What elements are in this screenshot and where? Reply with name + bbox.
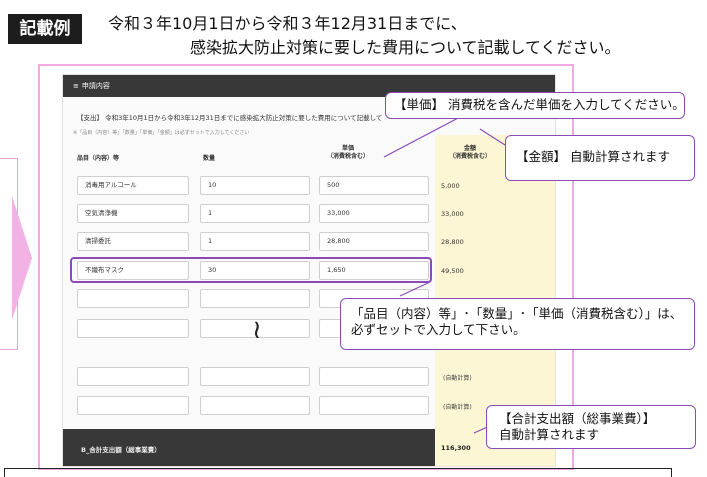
auto-calc-label: (自動計算) xyxy=(443,375,472,382)
right-arrow-icon xyxy=(12,196,32,320)
item-input[interactable] xyxy=(77,289,189,308)
column-header-qty: 数量 xyxy=(203,155,216,162)
item-input[interactable] xyxy=(77,367,189,386)
qty-input[interactable]: 1 xyxy=(200,232,310,251)
amount-value: 28,800 xyxy=(441,238,464,246)
item-input[interactable]: 空気清浄機 xyxy=(77,204,189,223)
column-header-item: 品目（内容）等 xyxy=(77,155,120,162)
wave-omission-icon: ≀ xyxy=(252,315,262,345)
heading-line-2: 感染拡大防止対策に要した費用について記載してください。 xyxy=(190,38,621,57)
example-badge: 記載例 xyxy=(8,14,82,44)
qty-input[interactable] xyxy=(200,289,310,308)
total-value: 116,300 xyxy=(441,444,471,452)
item-input[interactable] xyxy=(77,319,189,338)
unit-price-input[interactable]: 33,000 xyxy=(319,204,429,223)
qty-input[interactable] xyxy=(200,396,310,415)
qty-input[interactable]: 1 xyxy=(200,204,310,223)
qty-input[interactable]: 10 xyxy=(200,176,310,195)
bottom-outline-box xyxy=(4,468,672,477)
list-icon: ≡ xyxy=(73,82,79,90)
total-callout-line-2: 自動計算されます xyxy=(499,427,600,442)
unit-price-input[interactable] xyxy=(319,396,429,415)
required-set-note: ※「品目（内容）等」「数量」「単価」「金額」は必ずセットで入力してください xyxy=(73,130,250,136)
item-input[interactable] xyxy=(77,396,189,415)
required-set-callout-line-2: 必ずセットで入力して下さい。 xyxy=(351,322,526,337)
heading-line-1: 令和３年10月1日から令和３年12月31日までに、 xyxy=(108,14,467,33)
total-callout-line-1: 【合計支出額（総事業費）】 xyxy=(499,411,656,426)
total-row: B_合計支出額（総事業費） 116,300 xyxy=(63,429,555,466)
column-header-amount: 金額 （消費税含む） xyxy=(448,145,491,160)
unit-price-input[interactable] xyxy=(319,367,429,386)
expense-note: 【支出】 令和3年10月1日から令和3年12月31日までに感染拡大防止対策に要し… xyxy=(77,114,383,122)
item-input[interactable]: 清掃委託 xyxy=(77,232,189,251)
unit-price-input[interactable]: 28,800 xyxy=(319,232,429,251)
amount-callout: 【金額】 自動計算されます xyxy=(505,135,695,181)
qty-input[interactable] xyxy=(200,367,310,386)
amount-value: 5,000 xyxy=(441,182,460,190)
panel-title: 申請内容 xyxy=(81,82,110,90)
amount-value: 49,500 xyxy=(441,267,464,275)
total-label: B_合計支出額（総事業費） xyxy=(81,446,161,454)
required-set-callout-line-1: 「品目（内容）等」･「数量」･「単価（消費税含む）」は、 xyxy=(351,306,683,321)
column-header-unit-price: 単価 （消費税含む） xyxy=(326,145,369,160)
auto-calc-label: (自動計算) xyxy=(443,404,472,411)
amount-value: 33,000 xyxy=(441,210,464,218)
total-callout: 【合計支出額（総事業費）】 自動計算されます xyxy=(486,405,696,449)
item-input[interactable]: 消毒用アルコール xyxy=(77,176,189,195)
unit-price-input[interactable]: 500 xyxy=(319,176,429,195)
unit-price-callout: 【単価】 消費税を含んだ単価を入力してください。 xyxy=(385,92,685,119)
highlighted-row-outline xyxy=(70,257,432,283)
required-set-callout: 「品目（内容）等」･「数量」･「単価（消費税含む）」は、 必ずセットで入力して下… xyxy=(340,298,695,350)
